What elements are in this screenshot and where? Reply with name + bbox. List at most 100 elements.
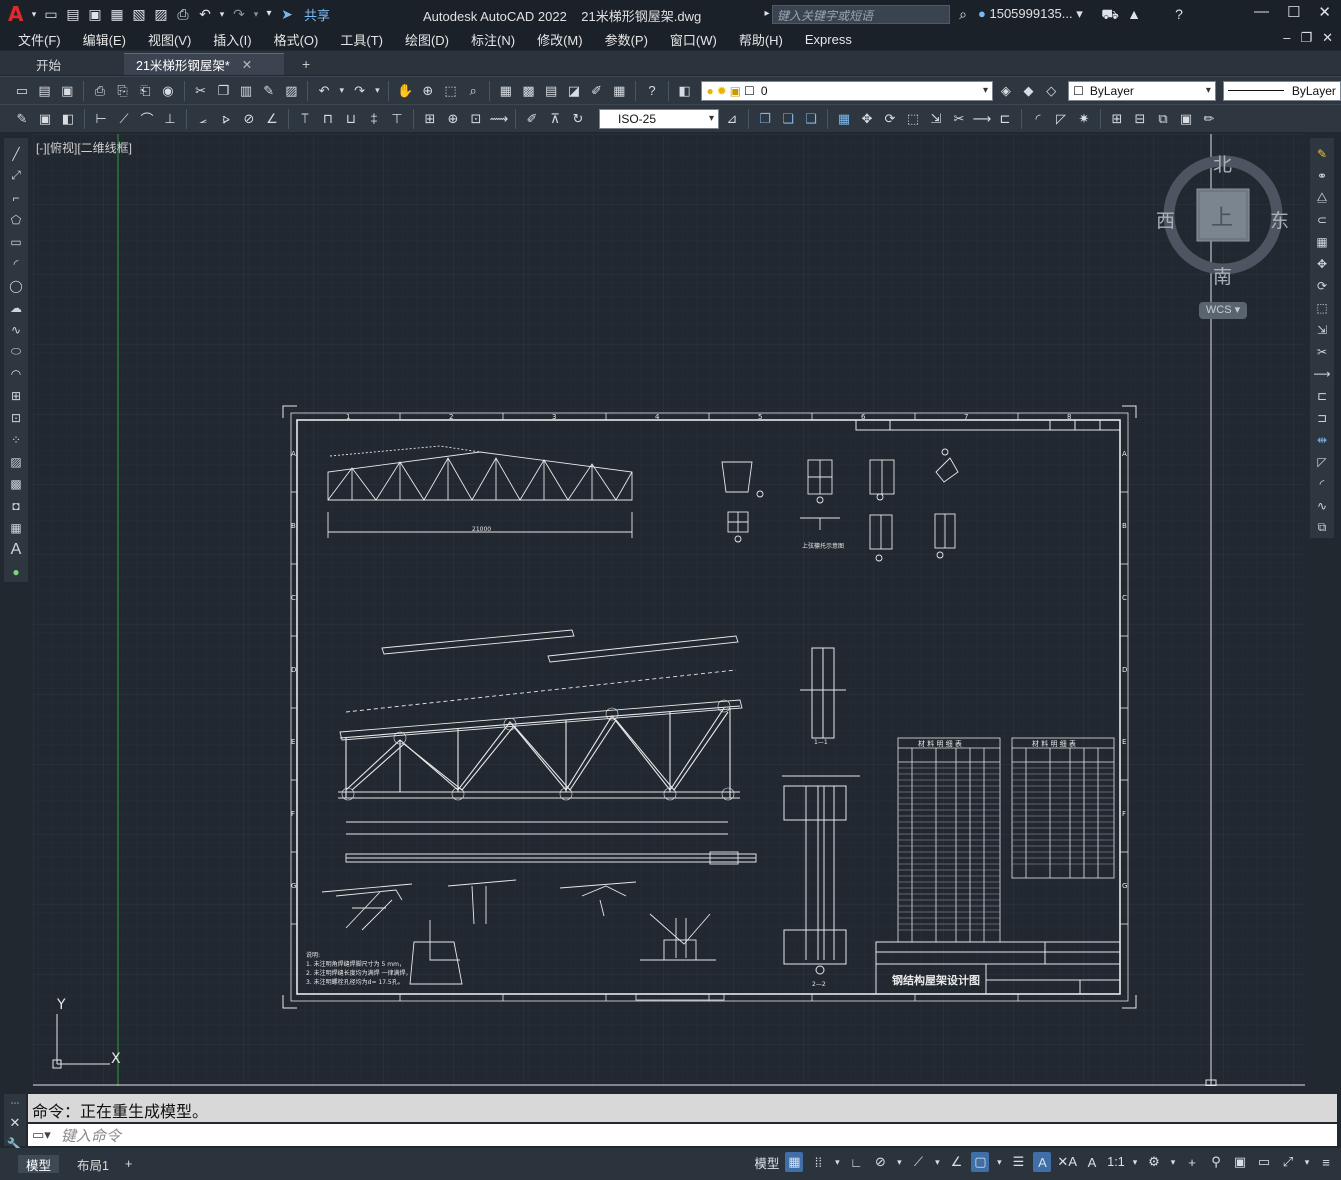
menu-file[interactable]: 文件(F) — [18, 30, 61, 49]
explode-icon[interactable]: ✷ — [1074, 109, 1094, 129]
undo-icon[interactable]: ↶ — [196, 6, 214, 22]
menu-help[interactable]: 帮助(H) — [739, 30, 783, 49]
model-space-canvas[interactable]: 1 2 3 4 5 6 7 8 A B C D E F G A B C D E … — [33, 134, 1305, 1086]
viewcube[interactable]: 北 南 西 东 上 — [1156, 150, 1290, 288]
dim-space-icon[interactable]: ‡ — [364, 109, 384, 129]
fillet-icon[interactable]: ◜ — [1028, 109, 1048, 129]
calculator-icon[interactable]: ▦ — [609, 81, 629, 101]
mtext-icon[interactable]: A — [6, 540, 26, 559]
grip-icon[interactable]: ⋯ — [11, 1098, 20, 1109]
annotation-scale-value[interactable]: 1:1 — [1107, 1152, 1125, 1172]
add-layout-button[interactable]: + — [117, 1155, 140, 1173]
help-icon[interactable]: ? — [642, 81, 662, 101]
redo-dropdown-icon[interactable]: ▾ — [252, 6, 260, 22]
isolate-icon[interactable]: ▣ — [1176, 109, 1196, 129]
menu-view[interactable]: 视图(V) — [148, 30, 191, 49]
menu-tools[interactable]: 工具(T) — [340, 30, 383, 49]
open-web-icon[interactable]: ▧ — [130, 6, 148, 22]
revcloud-icon[interactable]: ☁ — [6, 298, 26, 317]
tab-close-icon[interactable]: ✕ — [242, 57, 252, 72]
customize-qat-icon[interactable]: ▾ — [264, 6, 274, 22]
new-tab-button[interactable]: + — [296, 53, 316, 75]
diameter-dim-icon[interactable]: ⊘ — [239, 109, 259, 129]
break-at-point-icon[interactable]: ⊏ — [1312, 386, 1332, 405]
aligned-dim-icon[interactable]: ⟋ — [114, 109, 134, 129]
redo-icon[interactable]: ↷ — [350, 81, 370, 101]
fullscreen-icon[interactable]: ⤢ — [1279, 1152, 1297, 1172]
layer-properties-icon[interactable]: ◧ — [675, 81, 695, 101]
block-icon[interactable]: ▣ — [35, 109, 55, 129]
command-prompt-icon[interactable]: ▭▾ — [28, 1128, 55, 1143]
auto-scale-icon[interactable]: ✕A — [1057, 1152, 1077, 1172]
close-command-icon[interactable]: ✕ — [10, 1115, 21, 1131]
quick-dim-icon[interactable]: ⟙ — [295, 109, 315, 129]
menu-format[interactable]: 格式(O) — [274, 30, 319, 49]
command-input-row[interactable]: ▭▾ 键入命令 — [28, 1124, 1337, 1146]
search-input[interactable]: 键入关键字或短语 — [772, 5, 950, 24]
ortho-icon[interactable]: ∟ — [847, 1152, 865, 1172]
object-snap-icon[interactable]: ▢ — [971, 1152, 990, 1172]
trim-icon[interactable]: ✂ — [949, 109, 969, 129]
open-icon[interactable]: ▤ — [35, 81, 55, 101]
copy-icon[interactable]: ⚭ — [1312, 166, 1332, 185]
chamfer-icon[interactable]: ◸ — [1312, 452, 1332, 471]
save-as-icon[interactable]: ▦ — [108, 6, 126, 22]
open-file-icon[interactable]: ▤ — [64, 6, 82, 22]
copy-obj-icon[interactable]: ❐ — [755, 109, 775, 129]
match-properties-icon[interactable]: ✎ — [259, 81, 279, 101]
viewcube-east[interactable]: 东 — [1270, 206, 1289, 233]
drawing-viewport[interactable]: 1 2 3 4 5 6 7 8 A B C D E F G A B C D E … — [33, 134, 1305, 1086]
linear-dim-icon[interactable]: ⊢ — [91, 109, 111, 129]
wcs-menu[interactable]: WCS ▾ — [1199, 302, 1247, 319]
search-icon[interactable]: ⌕ — [954, 6, 972, 22]
gradient-icon[interactable]: ▩ — [6, 474, 26, 493]
save-web-icon[interactable]: ▨ — [152, 6, 170, 22]
cut-icon[interactable]: ✂ — [191, 81, 211, 101]
extend-icon[interactable]: ⟶ — [972, 109, 992, 129]
plot-preview-icon[interactable]: ⎘ — [113, 81, 133, 101]
app-menu-arrow-icon[interactable]: ▾ — [30, 6, 38, 22]
plot-icon[interactable]: ⎙ — [90, 81, 110, 101]
ungroup-icon[interactable]: ⊟ — [1130, 109, 1150, 129]
stretch-icon[interactable]: ⇲ — [926, 109, 946, 129]
hatch-icon[interactable]: ▨ — [6, 452, 26, 471]
circle-icon[interactable]: ◯ — [6, 276, 26, 295]
menu-insert[interactable]: 插入(I) — [213, 30, 251, 49]
mirror-icon[interactable]: ⧋ — [1312, 188, 1332, 207]
plus-icon[interactable]: + — [1183, 1152, 1201, 1172]
baseline-icon[interactable]: ⊓ — [318, 109, 338, 129]
arc-icon[interactable]: ◜ — [6, 254, 26, 273]
menu-edit[interactable]: 编辑(E) — [83, 30, 126, 49]
share-button[interactable]: 共享 — [304, 5, 330, 24]
blend-curves-icon[interactable]: ∿ — [1312, 496, 1332, 515]
isolate-objects-icon[interactable]: ⚲ — [1207, 1152, 1225, 1172]
doc-restore-icon[interactable]: ❐ — [1300, 30, 1312, 46]
properties-icon[interactable]: ▦ — [496, 81, 516, 101]
spline-icon[interactable]: ∿ — [6, 320, 26, 339]
erase-icon[interactable]: ✎ — [1312, 144, 1332, 163]
layout-tab-layout1[interactable]: 布局1 — [69, 1155, 117, 1173]
mirror-icon[interactable]: ❏ — [778, 109, 798, 129]
osnap-dropdown-icon[interactable]: ▾ — [995, 1152, 1003, 1172]
array-icon[interactable]: ▦ — [834, 109, 854, 129]
layer-dropdown[interactable]: ● ✹ ▣ ☐ 0 ▾ — [701, 80, 994, 101]
sheet-set-icon[interactable]: ◪ — [564, 81, 584, 101]
clean-screen-icon[interactable]: ▭ — [1255, 1152, 1273, 1172]
layout-tab-model[interactable]: 模型 — [18, 1155, 60, 1173]
layer-state-icon[interactable]: ◇ — [1041, 81, 1061, 101]
maximize-icon[interactable]: ☐ — [1287, 3, 1300, 21]
make-block-icon[interactable]: ⊡ — [6, 408, 26, 427]
polyline-icon[interactable]: ⌐ — [6, 188, 26, 207]
polar-icon[interactable]: ⊘ — [871, 1152, 889, 1172]
copy-icon[interactable]: ❐ — [213, 81, 233, 101]
menu-dimension[interactable]: 标注(N) — [471, 30, 515, 49]
viewcube-west[interactable]: 西 — [1156, 206, 1175, 233]
tolerance-icon[interactable]: ⊞ — [420, 109, 440, 129]
group-icon[interactable]: ⊞ — [1107, 109, 1127, 129]
construction-line-icon[interactable]: ⤢ — [6, 166, 26, 185]
explode-icon[interactable]: ⧉ — [1312, 518, 1332, 537]
scale-icon[interactable]: ⬚ — [903, 109, 923, 129]
publish-icon[interactable]: ⎗ — [135, 81, 155, 101]
zoom-realtime-icon[interactable]: ⊕ — [418, 81, 438, 101]
command-input[interactable]: 键入命令 — [61, 1125, 121, 1146]
